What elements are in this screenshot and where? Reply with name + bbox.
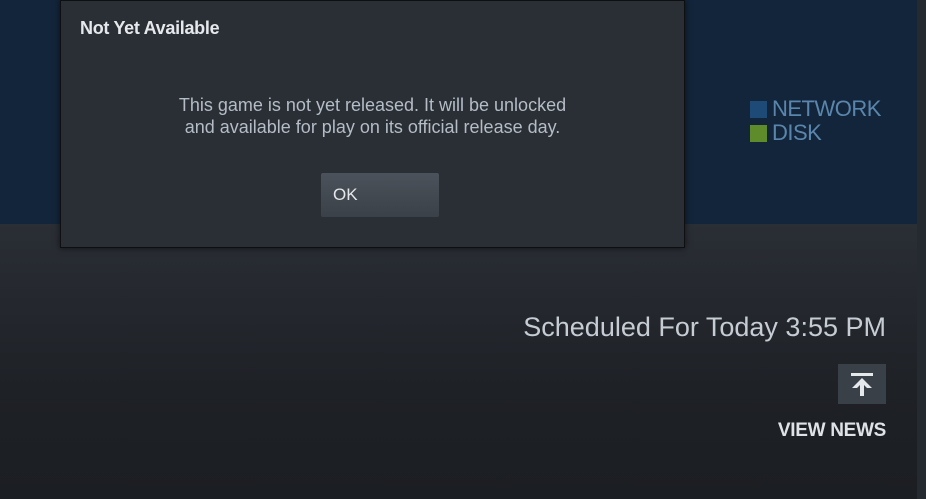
steam-downloads-window: NETWORK DISK Scheduled For Today 3:55 PM… [0, 0, 926, 499]
legend-item-disk: DISK [750, 121, 881, 145]
news-button[interactable] [838, 364, 886, 404]
arrow-up-to-line-icon [851, 373, 873, 396]
view-news-link[interactable]: VIEW NEWS [778, 420, 886, 442]
disk-swatch [750, 124, 767, 142]
update-info-panel [0, 224, 917, 499]
graph-legend: NETWORK DISK [750, 97, 881, 145]
not-yet-available-dialog: Not Yet Available This game is not yet r… [60, 0, 685, 248]
legend-label-network: NETWORK [772, 96, 881, 121]
ok-button[interactable]: OK [321, 173, 439, 217]
legend-label-disk: DISK [772, 120, 822, 145]
scrollbar-track[interactable] [917, 0, 926, 499]
dialog-message-line-1: This game is not yet released. It will b… [178, 95, 567, 115]
dialog-message: This game is not yet released. It will b… [61, 94, 684, 138]
legend-item-network: NETWORK [750, 97, 881, 121]
scheduled-update-text: Scheduled For Today 3:55 PM [523, 312, 886, 342]
dialog-message-line-2: and available for play on its official r… [184, 117, 561, 137]
dialog-title: Not Yet Available [80, 18, 220, 38]
network-swatch [750, 100, 767, 118]
